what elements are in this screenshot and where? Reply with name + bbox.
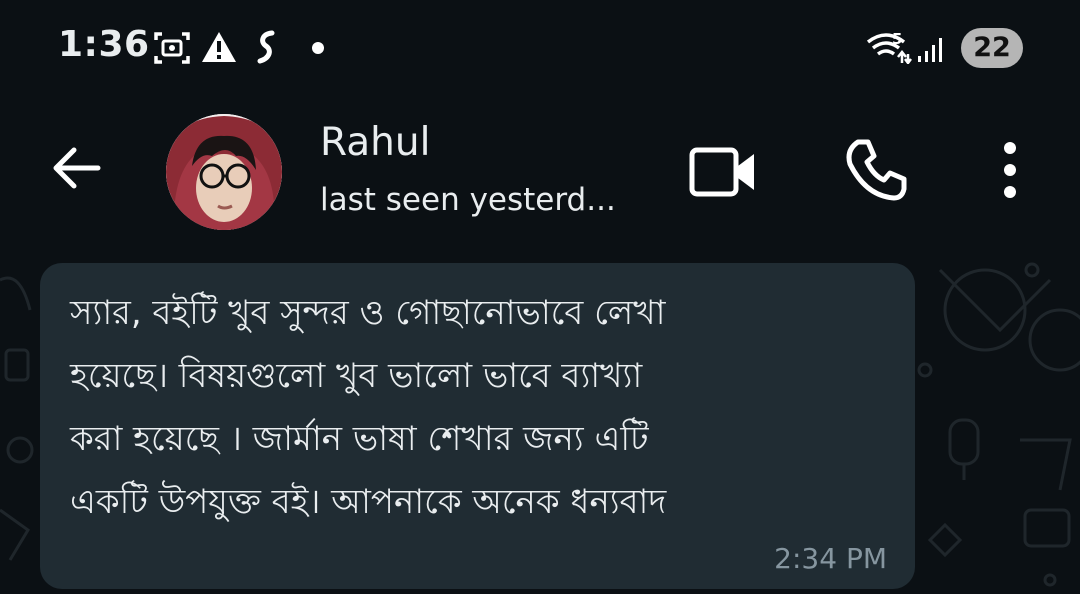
wifi-icon — [866, 30, 912, 68]
chat-area[interactable]: স্যার, বইটি খুব সুন্দর ও গোছানোভাবে লেখা… — [0, 250, 1080, 594]
phone-icon[interactable] — [844, 138, 908, 206]
message-line: করা হয়েছে । জার্মান ভাষা শেখার জন্য এটি — [70, 419, 649, 459]
message-timestamp: 2:34 PM — [774, 542, 887, 575]
wifi-badge: 5 — [892, 30, 903, 48]
last-seen-status[interactable]: last seen yesterd... — [320, 182, 616, 218]
chat-header: Rahul last seen yesterd... — [0, 100, 1080, 250]
more-vert-icon[interactable] — [1000, 142, 1020, 202]
warning-icon — [200, 30, 238, 68]
notification-dot-icon — [312, 42, 324, 54]
screen-record-icon — [152, 30, 192, 70]
message-bubble[interactable]: স্যার, বইটি খুব সুন্দর ও গোছানোভাবে লেখা… — [40, 263, 915, 589]
message-line: স্যার, বইটি খুব সুন্দর ও গোছানোভাবে লেখা — [70, 293, 666, 333]
swipe-app-icon — [256, 30, 278, 68]
video-call-icon[interactable] — [688, 144, 758, 204]
status-time: 1:36 — [58, 24, 150, 65]
battery-indicator: 22 — [961, 28, 1023, 68]
status-bar: 1:36 5 22 — [0, 0, 1080, 100]
contact-name[interactable]: Rahul — [320, 120, 430, 165]
back-arrow-icon[interactable] — [48, 140, 104, 200]
message-line: হয়েছে। বিষয়গুলো খুব ভালো ভাবে ব্যাখ্যা — [70, 356, 643, 396]
message-line: একটি উপযুক্ত বই। আপনাকে অনেক ধন্যবাদ — [70, 482, 667, 522]
signal-icon — [916, 36, 946, 68]
avatar[interactable] — [166, 114, 282, 230]
